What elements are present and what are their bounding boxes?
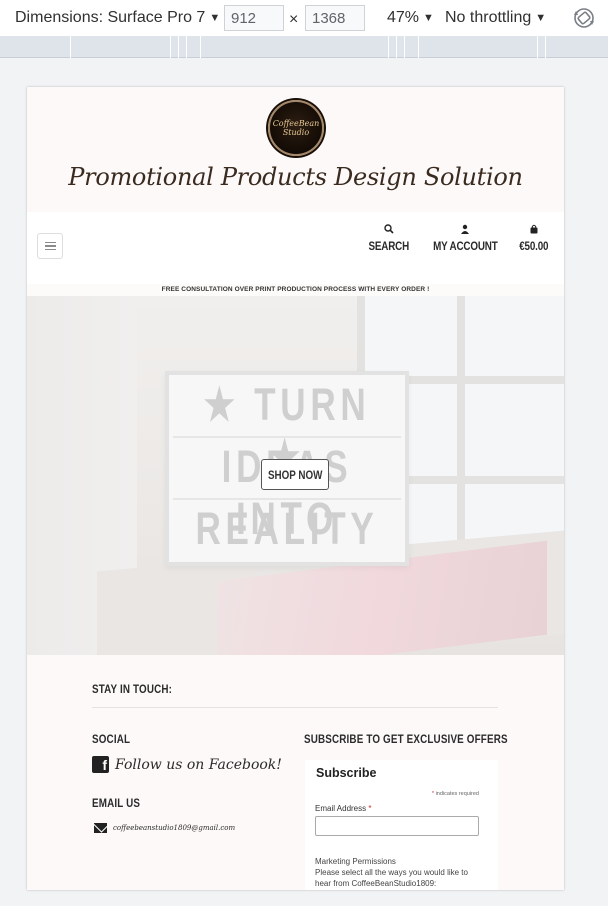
subscribe-heading: SUBSCRIBE TO GET EXCLUSIVE OFFERS (304, 732, 508, 746)
nav-my-account[interactable]: MY ACCOUNT (426, 224, 505, 253)
media-query-bar[interactable] (0, 36, 608, 58)
menu-toggle-button[interactable] (37, 233, 63, 259)
envelope-icon (94, 823, 107, 833)
social-heading: SOCIAL (92, 732, 131, 746)
chevron-down-icon: ▼ (423, 12, 434, 24)
required-note-text: indicates required (435, 791, 479, 797)
email-field[interactable] (315, 816, 479, 836)
promo-notice: FREE CONSULTATION OVER PRINT PRODUCTION … (161, 286, 430, 293)
throttle-select[interactable]: No throttling ▼ (445, 9, 546, 27)
email-us-heading: EMAIL US (92, 796, 141, 810)
hamburger-icon (44, 241, 56, 244)
nav-cart[interactable]: €50.00 (516, 224, 552, 253)
nav-cart-total: €50.00 (519, 239, 549, 253)
zoom-label: 47% (387, 9, 420, 26)
subscribe-form: Subscribe * indicates required Email Add… (305, 760, 498, 890)
shopping-bag-icon (530, 224, 538, 234)
marketing-permissions-text: Please select all the ways you would lik… (315, 868, 468, 888)
stay-in-touch-heading: STAY IN TOUCH: (92, 682, 173, 696)
email-link[interactable]: coffeebeanstudio1809@gmail.com (94, 823, 235, 833)
hero-line-3: REALITY (195, 503, 379, 554)
required-note: * indicates required (432, 791, 479, 797)
facebook-link-text: Follow us on Facebook! (115, 756, 282, 773)
device-select[interactable]: Dimensions: Surface Pro 7 ▼ (15, 9, 220, 27)
email-field-label: Email Address * (315, 804, 372, 813)
site-logo[interactable]: CoffeeBean Studio (268, 100, 324, 156)
facebook-link[interactable]: f Follow us on Facebook! (92, 756, 282, 773)
nav-search-label: SEARCH (368, 239, 410, 253)
rotate-icon[interactable] (572, 6, 596, 30)
required-asterisk: * (368, 804, 372, 813)
site-header: CoffeeBean Studio Promotional Products De… (27, 87, 564, 212)
marketing-permissions-label: Marketing Permissions (315, 857, 396, 866)
nav-search[interactable]: SEARCH (364, 224, 413, 253)
search-icon (384, 224, 394, 234)
facebook-icon: f (92, 756, 109, 773)
hero-banner: ★ TURN ★ IDEAS INTO REALITY SHOP NOW (27, 296, 564, 655)
logo-text-line-2: Studio (282, 128, 310, 137)
times-sign: × (289, 11, 299, 28)
width-input[interactable]: 912 (224, 5, 284, 31)
zoom-select[interactable]: 47% ▼ (387, 9, 434, 27)
shop-now-label: SHOP NOW (267, 467, 323, 482)
device-viewport: CoffeeBean Studio Promotional Products De… (27, 87, 564, 890)
footer-divider (92, 707, 498, 708)
device-toolbar: Dimensions: Surface Pro 7 ▼ 912 × 1368 4… (0, 0, 608, 36)
device-label: Dimensions: Surface Pro 7 (15, 9, 206, 26)
nav-account-label: MY ACCOUNT (432, 239, 498, 253)
site-footer: STAY IN TOUCH: SOCIAL f Follow us on Fac… (27, 655, 564, 890)
required-asterisk: * (431, 791, 435, 797)
height-input[interactable]: 1368 (305, 5, 365, 31)
throttle-label: No throttling (445, 9, 532, 26)
logo-text-line-1: CoffeeBean (272, 119, 320, 128)
shop-now-button[interactable]: SHOP NOW (261, 459, 329, 490)
email-label-text: Email Address (315, 804, 367, 813)
chevron-down-icon: ▼ (209, 12, 221, 24)
user-icon (461, 224, 470, 234)
nav-links: SEARCH MY ACCOUNT €50.00 (364, 224, 552, 253)
navbar: SEARCH MY ACCOUNT €50.00 (27, 212, 564, 284)
site-tagline: Promotional Products Design Solution (68, 163, 523, 191)
subscribe-title: Subscribe (316, 766, 377, 780)
email-address: coffeebeanstudio1809@gmail.com (113, 824, 236, 832)
chevron-down-icon: ▼ (535, 12, 547, 24)
